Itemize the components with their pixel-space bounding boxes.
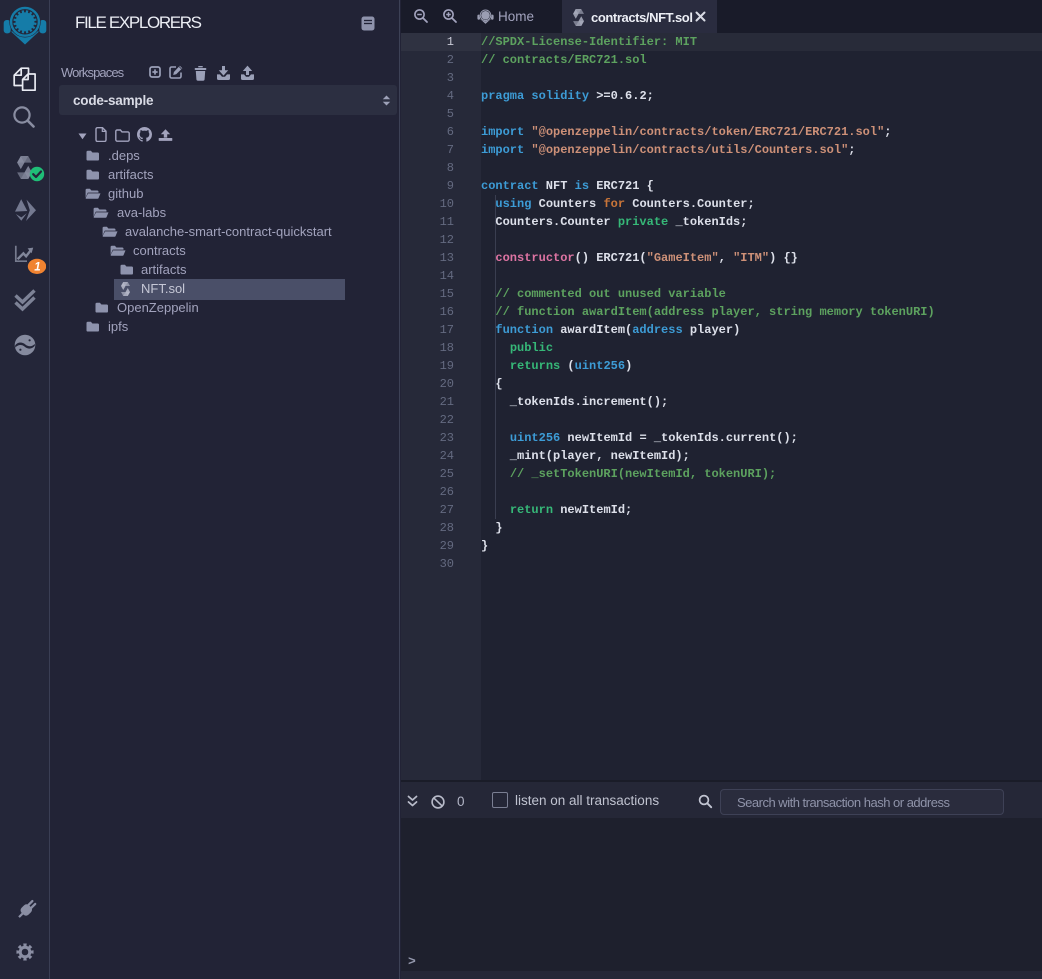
svg-text:1: 1 [34,261,40,273]
